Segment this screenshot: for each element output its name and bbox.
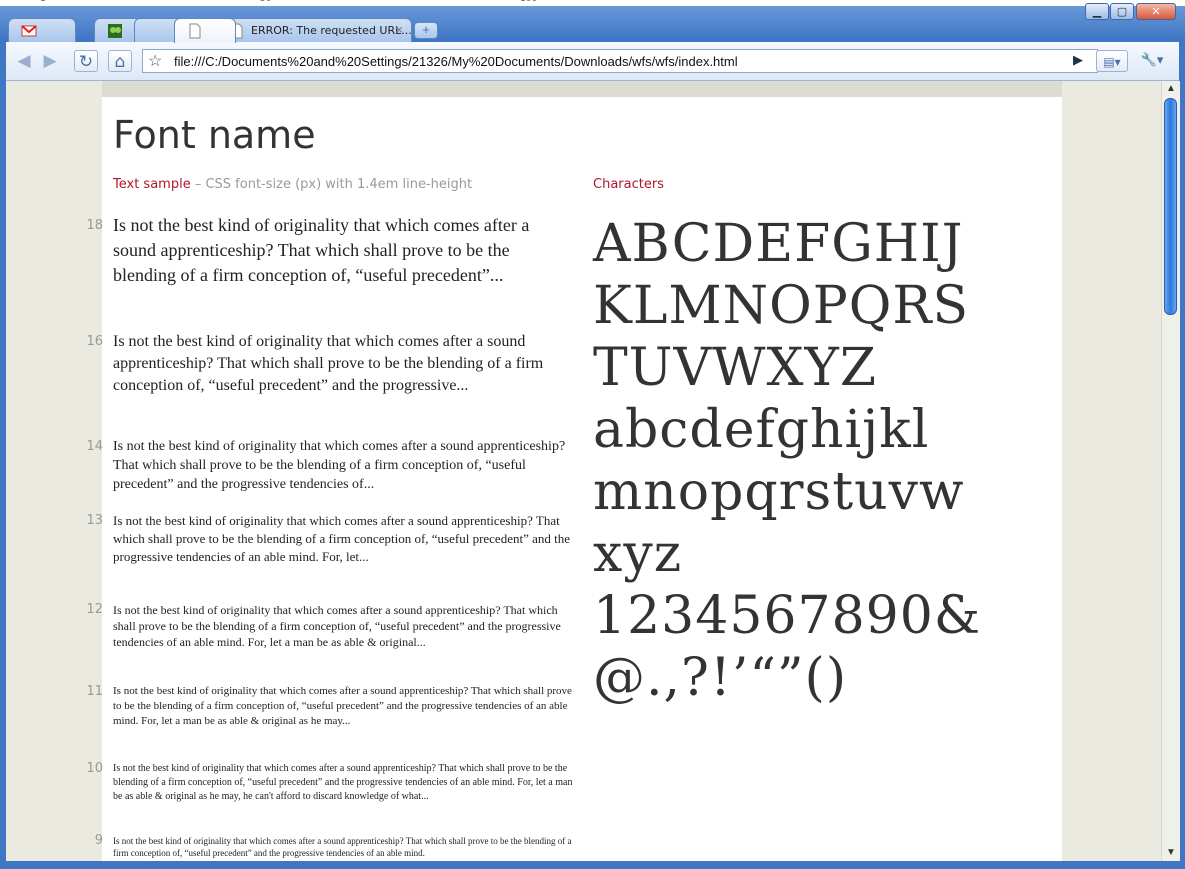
home-button[interactable]: ⌂ [108,50,132,72]
sample-text: Is not the best kind of originality that… [113,513,571,564]
ruler-label: 1 [40,0,46,4]
tab-gmail[interactable] [8,18,76,42]
ruler-label: 50 [260,0,271,4]
close-window-button[interactable]: ✕ [1136,3,1176,20]
sample-block: 16 Is not the best kind of originality t… [86,331,575,397]
page-header-bar [102,81,1062,97]
go-button[interactable]: ▶ [1066,50,1090,72]
reload-button[interactable]: ↻ [74,50,98,72]
font-size-label: 14 [86,439,103,454]
page-icon [189,23,201,39]
maximize-button[interactable]: ▢ [1110,3,1134,20]
scrollbar-thumb[interactable] [1164,98,1177,315]
sample-text: Is not the best kind of originality that… [113,439,566,492]
font-size-label: 13 [86,513,103,528]
sample-block: 11 Is not the best kind of originality t… [86,684,575,729]
font-size-label: 18 [86,218,103,233]
tab-title: ERROR: The requested URL... [251,24,412,37]
frog-icon [108,24,122,38]
tab-error[interactable]: ERROR: The requested URL... × [216,18,412,42]
text-sample-label: Text sample [113,177,191,192]
vertical-scrollbar[interactable]: ▲ ▼ [1161,81,1180,861]
url-text[interactable]: file:///C:/Documents%20and%20Settings/21… [174,54,738,69]
text-sample-description: – CSS font-size (px) with 1.4em line-hei… [190,177,473,192]
toolbar: ◀ ▶ ↻ ⌂ ☆ file:///C:/Documents%20and%20S… [6,42,1179,81]
font-size-label: 12 [86,602,103,617]
lowercase-row-3: xyz [593,524,683,584]
scroll-down-button[interactable]: ▼ [1162,845,1180,861]
address-bar[interactable]: ☆ file:///C:/Documents%20and%20Settings/… [142,49,1098,73]
page-content: Font name Text sample – CSS font-size (p… [86,81,1062,861]
forward-button[interactable]: ▶ [38,50,62,72]
numerals-row: 1234567890& [593,586,982,646]
sample-text: Is not the best kind of originality that… [113,603,561,649]
ruler-label: 100 [520,0,537,4]
sample-text: Is not the best kind of originality that… [113,836,572,858]
sample-text: Is not the best kind of originality that… [113,763,573,802]
sample-text: Is not the best kind of originality that… [113,685,572,727]
scroll-up-button[interactable]: ▲ [1162,81,1180,97]
browser-window: 1 50 100 ▁ ▢ ✕ ERROR: The requested URL.… [0,0,1185,869]
punctuation-row: @.,?!’“”() [593,648,848,708]
lowercase-row-1: abcdefghijkl [593,400,930,460]
font-size-label: 9 [94,833,103,848]
lowercase-row-2: mnopqrstuvw [593,462,965,522]
sample-block: 10 Is not the best kind of originality t… [86,762,575,804]
sample-block: 13 Is not the best kind of originality t… [86,512,575,566]
sample-text: Is not the best kind of originality that… [113,333,544,394]
font-size-label: 16 [86,334,103,349]
sample-block: 14 Is not the best kind of originality t… [86,437,575,494]
tab-close-button[interactable]: × [395,22,403,37]
gmail-icon [21,25,37,37]
page-viewport: Font name Text sample – CSS font-size (p… [6,81,1161,861]
tab-current[interactable] [174,18,236,43]
uppercase-row-3: TUVWXYZ [593,338,877,398]
background-ruler: 1 50 100 [0,0,1185,6]
back-button[interactable]: ◀ [12,50,36,72]
characters-heading: Characters [593,177,664,192]
page-menu-button[interactable]: ▤▾ [1096,50,1128,72]
uppercase-row-2: KLMNOPQRS [593,276,970,336]
font-size-label: 10 [86,761,103,776]
bookmark-star-icon[interactable]: ☆ [148,51,162,71]
sample-text: Is not the best kind of originality that… [113,215,530,285]
sample-block: 18 Is not the best kind of originality t… [86,213,575,288]
new-tab-button[interactable]: + [414,22,438,39]
character-set: ABCDEFGHIJ KLMNOPQRS TUVWXYZ abcdefghijk… [593,213,1043,709]
font-size-label: 11 [86,684,103,699]
sample-block: 9 Is not the best kind of originality th… [95,834,575,859]
page-title: Font name [113,113,316,157]
text-sample-heading: Text sample – CSS font-size (px) with 1.… [113,177,472,192]
tools-menu-button[interactable]: 🔧▾ [1134,50,1170,72]
uppercase-row-1: ABCDEFGHIJ [593,214,964,274]
sample-block: 12 Is not the best kind of originality t… [86,602,575,650]
minimize-button[interactable]: ▁ [1085,3,1109,20]
